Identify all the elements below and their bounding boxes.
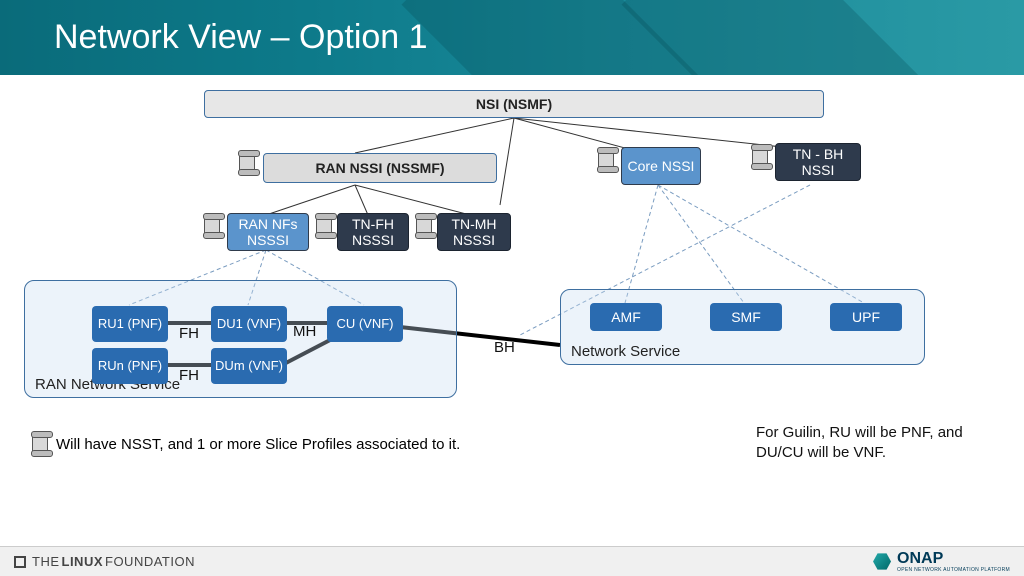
legend-text: Will have NSST, and 1 or more Slice Prof…: [56, 436, 460, 453]
diagram-canvas: NSI (NSMF) RAN NSSI (NSSMF) Core NSSI TN…: [0, 75, 1024, 576]
onap-text-sub: OPEN NETWORK AUTOMATION PLATFORM: [897, 567, 1010, 573]
onap-logo: ONAP OPEN NETWORK AUTOMATION PLATFORM: [873, 551, 1010, 573]
edge-label-bh: BH: [494, 339, 515, 356]
node-ru1: RU1 (PNF): [92, 306, 168, 342]
node-tn-fh: TN-FH NSSSI: [337, 213, 409, 251]
onap-hex-icon: [873, 553, 891, 571]
lf-text-foundation: FOUNDATION: [105, 554, 195, 569]
node-tn-mh: TN-MH NSSSI: [437, 213, 511, 251]
legend: Will have NSST, and 1 or more Slice Prof…: [32, 433, 460, 455]
lf-text-linux: LINUX: [62, 554, 104, 569]
node-nsi: NSI (NSMF): [204, 90, 824, 118]
node-ru1-label: RU1 (PNF): [98, 317, 162, 332]
node-tn-mh-label: TN-MH NSSSI: [442, 216, 506, 248]
node-ran-nfs-label: RAN NFs NSSSI: [232, 216, 304, 248]
profile-icon: [32, 433, 48, 455]
linux-foundation-logo: THE LINUX FOUNDATION: [14, 554, 195, 569]
profile-icon: [598, 149, 614, 171]
profile-icon: [204, 215, 220, 237]
node-ran-nfs: RAN NFs NSSSI: [227, 213, 309, 251]
node-core-nssi: Core NSSI: [621, 147, 701, 185]
onap-text-main: ONAP: [897, 551, 1010, 567]
profile-icon: [239, 152, 255, 174]
node-ran-nssi: RAN NSSI (NSSMF): [263, 153, 497, 183]
profile-icon: [316, 215, 332, 237]
node-run-label: RUn (PNF): [98, 359, 162, 374]
edge-label-fh1: FH: [179, 325, 199, 342]
node-ran-nssi-label: RAN NSSI (NSSMF): [315, 160, 444, 176]
slide-header: Network View – Option 1: [0, 0, 1024, 75]
node-run: RUn (PNF): [92, 348, 168, 384]
node-nsi-label: NSI (NSMF): [476, 96, 552, 112]
node-upf-label: UPF: [852, 309, 880, 325]
node-smf-label: SMF: [731, 309, 761, 325]
profile-icon: [752, 146, 768, 168]
note-guilin: For Guilin, RU will be PNF, and DU/CU wi…: [756, 423, 1006, 464]
node-tn-bh-label: TN - BH NSSI: [780, 146, 856, 178]
onap-text: ONAP OPEN NETWORK AUTOMATION PLATFORM: [897, 551, 1010, 573]
lf-text-the: THE: [32, 554, 60, 569]
node-core-nssi-label: Core NSSI: [628, 158, 695, 174]
node-dum: DUm (VNF): [211, 348, 287, 384]
node-dum-label: DUm (VNF): [215, 359, 283, 374]
node-upf: UPF: [830, 303, 902, 331]
slide-title: Network View – Option 1: [54, 18, 428, 57]
edge-label-fh2: FH: [179, 367, 199, 384]
node-tn-bh-nssi: TN - BH NSSI: [775, 143, 861, 181]
node-tn-fh-label: TN-FH NSSSI: [342, 216, 404, 248]
node-du1: DU1 (VNF): [211, 306, 287, 342]
footer: THE LINUX FOUNDATION ONAP OPEN NETWORK A…: [0, 546, 1024, 576]
node-amf-label: AMF: [611, 309, 641, 325]
profile-icon: [416, 215, 432, 237]
group-core-caption: Network Service: [571, 343, 680, 360]
node-amf: AMF: [590, 303, 662, 331]
node-cu-label: CU (VNF): [336, 317, 393, 332]
node-cu: CU (VNF): [327, 306, 403, 342]
edge-label-mh: MH: [293, 323, 316, 340]
node-smf: SMF: [710, 303, 782, 331]
node-du1-label: DU1 (VNF): [217, 317, 281, 332]
lf-square-icon: [14, 556, 26, 568]
